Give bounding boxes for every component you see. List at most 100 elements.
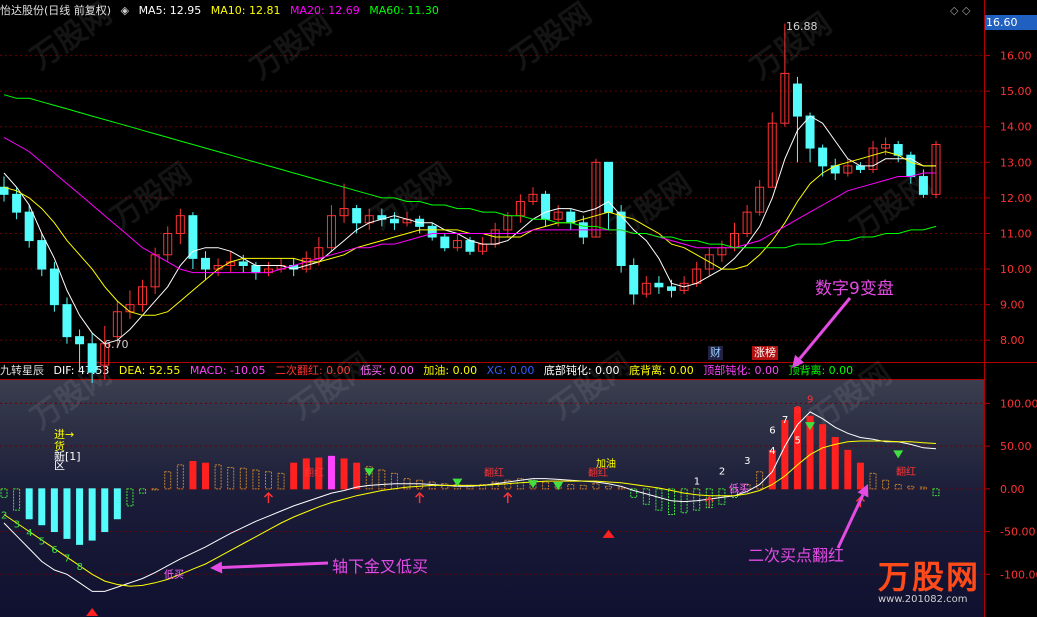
macd-bar <box>491 481 499 490</box>
candle-body <box>616 211 626 266</box>
candle-body <box>402 218 412 224</box>
candle-body <box>729 232 739 249</box>
current-price-badge: 16.60 <box>984 15 1037 30</box>
candle-body <box>604 161 614 213</box>
sell-signal-triangle <box>364 468 375 477</box>
candle-body <box>427 225 437 238</box>
candle-body <box>75 336 85 345</box>
macd-bar <box>340 458 348 490</box>
candle-body <box>213 264 223 270</box>
candle-body <box>314 247 324 259</box>
candle-body <box>163 232 173 256</box>
candle-body <box>843 165 853 174</box>
watermark-text: 万股网 <box>545 346 639 426</box>
candle-body <box>389 218 399 224</box>
nine-turn-count-down: 6 <box>51 545 57 556</box>
price-tick-label: 15.00 <box>1000 85 1032 98</box>
ma60-label: MA60: 11.30 <box>369 4 439 17</box>
candle-body <box>818 147 828 167</box>
macd-bar <box>13 488 21 511</box>
top-dull-label: 顶部钝化: 0.00 <box>703 364 779 377</box>
macd-bar <box>202 462 210 490</box>
nine-turn-count-up: 9 <box>807 395 813 406</box>
candle-body <box>931 144 941 195</box>
nine-turn-count-down: 8 <box>77 562 83 573</box>
macd-bar <box>869 472 877 490</box>
macd-bar <box>919 486 927 490</box>
ma-line-ma5 <box>3 115 936 345</box>
add-oil-tag: 加油 <box>596 459 616 470</box>
nine-turn-annotation: 数字9变盘 <box>815 279 894 299</box>
macd-bar <box>768 449 776 490</box>
buy-signal-triangle <box>602 529 615 538</box>
macd-bar <box>907 485 915 490</box>
macd-bar <box>579 484 587 490</box>
candle-body <box>805 115 815 149</box>
macd-bar <box>277 472 285 490</box>
price-tick-label: 14.00 <box>1000 121 1032 134</box>
macd-bar <box>819 424 827 490</box>
candle-body <box>289 264 299 270</box>
candle-body <box>352 208 362 224</box>
macd-bar <box>189 460 197 490</box>
candle-body <box>528 193 538 202</box>
dif-label: DIF: 47.53 <box>53 364 110 377</box>
candle-body <box>465 240 475 252</box>
nine-turn-count-down: 2 <box>1 511 7 522</box>
candle-body <box>251 264 261 274</box>
sell-signal-triangle <box>553 481 564 490</box>
candle-body <box>717 247 727 256</box>
candle-body <box>541 193 551 220</box>
macd-bar <box>718 488 726 505</box>
nine-turn-count-up: 3 <box>744 456 750 467</box>
macd-bar <box>38 488 46 526</box>
sell-signal-triangle <box>893 450 904 459</box>
macd-bar <box>693 488 701 511</box>
indicator-tick-label: -50.00 <box>1000 526 1035 539</box>
macd-bar <box>844 449 852 490</box>
stock-label: 怡达股份(日线 前复权) <box>0 4 112 17</box>
finance-badge[interactable]: 财 <box>708 346 723 360</box>
candle-body <box>629 264 639 295</box>
candle-body <box>893 144 903 156</box>
macd-bar <box>416 479 424 490</box>
window-controls[interactable]: ◇ ◇ <box>950 4 970 17</box>
macd-bar <box>151 488 159 491</box>
macd-bar <box>25 488 33 520</box>
macd-bar <box>453 484 461 490</box>
macd-bar <box>831 437 839 490</box>
buy-signal-arrow <box>855 496 865 508</box>
high-price-label: 16.88 <box>786 20 818 33</box>
golden-cross-annotation: 轴下金叉低买 <box>332 557 429 576</box>
sell-signal-triangle <box>452 478 463 487</box>
macd-bar <box>680 488 688 514</box>
macd-bar <box>353 462 361 490</box>
candle-body <box>742 211 752 234</box>
macd-bar <box>894 484 902 490</box>
macd-bar <box>0 488 8 498</box>
flip-tag-2: 翻红 <box>484 468 504 479</box>
nine-turn-count-up: 6 <box>769 425 775 436</box>
limit-badge[interactable]: 涨榜 <box>752 346 778 360</box>
macd-bar <box>214 464 222 490</box>
dropdown-chevron-icon[interactable]: ◈ <box>121 4 129 17</box>
macd-bar <box>655 488 663 511</box>
candle-body <box>704 254 714 270</box>
xg-label: XG: 0.00 <box>486 364 535 377</box>
candle-body <box>452 240 462 249</box>
ma-line-ma20 <box>3 136 936 274</box>
candle-body <box>654 282 664 288</box>
main-chart-header: 怡达股份(日线 前复权) ◈ MA5: 12.95 MA10: 12.81 MA… <box>0 2 445 20</box>
price-tick-label: 11.00 <box>1000 227 1032 240</box>
candle-body <box>238 261 248 266</box>
candle-body <box>515 200 525 217</box>
candle-body <box>138 286 148 306</box>
candle-body <box>503 215 513 231</box>
nine-turn-count-down: 7 <box>64 553 70 564</box>
nine-turn-count-up: 1 <box>694 477 700 488</box>
watermark-text: 万股网 <box>745 6 839 86</box>
candle-body <box>24 211 34 242</box>
candle-body <box>868 147 878 170</box>
second-buy-annotation: 二次买点翻红 <box>748 546 845 565</box>
indicator-header: 九转星辰 DIF: 47.53 DEA: 52.55 MACD: -10.05 … <box>0 362 859 380</box>
